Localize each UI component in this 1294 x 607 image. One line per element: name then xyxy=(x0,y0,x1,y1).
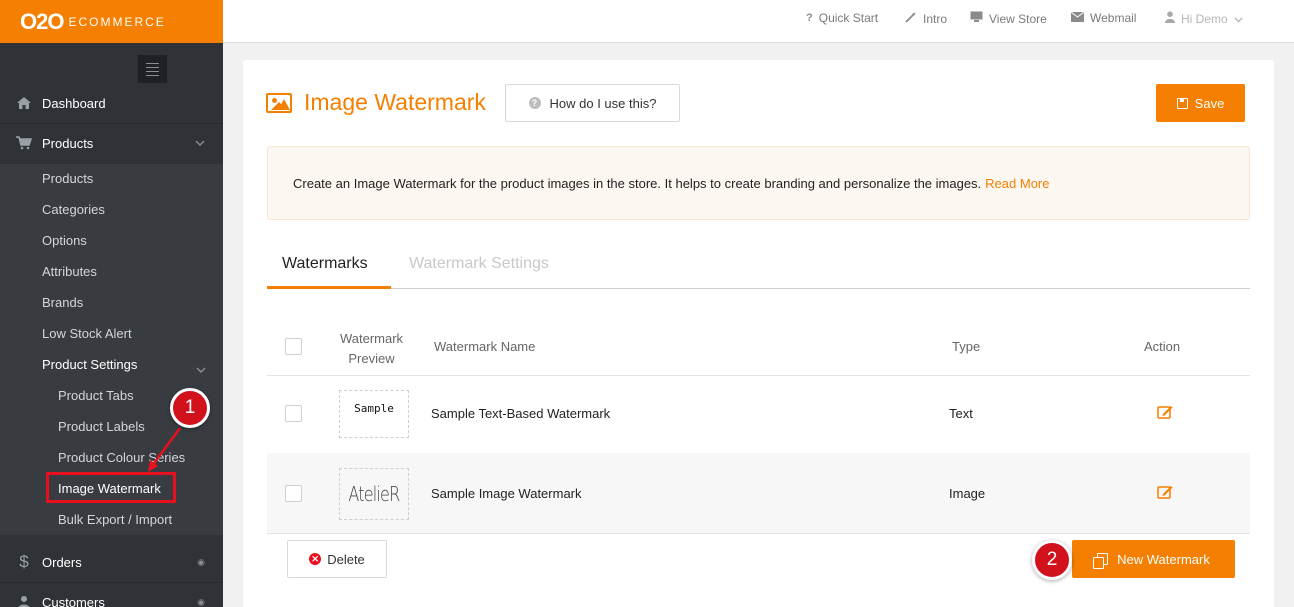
chevron-icon: ◉ xyxy=(197,556,205,567)
sidebar-item-label: Dashboard xyxy=(42,95,106,111)
column-header-preview: Watermark Preview xyxy=(338,329,405,369)
sidebar-item-products[interactable]: Products xyxy=(0,123,223,163)
sidebar-subitem-attributes[interactable]: Attributes xyxy=(42,264,97,279)
read-more-link[interactable]: Read More xyxy=(985,176,1049,191)
chevron-down-icon xyxy=(196,360,206,378)
delete-button[interactable]: ✕ Delete xyxy=(287,540,387,578)
user-icon xyxy=(15,595,33,607)
edit-icon[interactable] xyxy=(1157,405,1173,419)
info-text: Create an Image Watermark for the produc… xyxy=(293,175,982,191)
logo-sub-text: ECOMMERCE xyxy=(68,14,166,29)
topbar-label: Hi Demo xyxy=(1181,11,1228,26)
sidebar-item-label: Products xyxy=(42,135,94,151)
page-title-text: Image Watermark xyxy=(304,89,486,115)
callout-arrow-icon xyxy=(148,427,182,472)
watermark-type: Image xyxy=(949,486,986,501)
dollar-icon: $ xyxy=(19,552,29,571)
row-checkbox[interactable] xyxy=(285,485,302,502)
save-button[interactable]: Save xyxy=(1156,84,1245,122)
preview-text: Sample xyxy=(354,401,394,415)
sidebar-item-orders[interactable]: $ Orders ◉ xyxy=(0,542,223,582)
sidebar-subitem-product-tabs[interactable]: Product Tabs xyxy=(58,388,134,403)
menu-toggle-button[interactable] xyxy=(138,55,167,83)
new-watermark-button-label: New Watermark xyxy=(1117,551,1210,567)
column-header-action: Action xyxy=(1144,339,1181,354)
logo[interactable]: O2O ECOMMERCE xyxy=(0,0,223,43)
intro-link[interactable]: Intro xyxy=(905,11,947,26)
column-header-preview-line2: Preview xyxy=(348,351,395,366)
user-icon xyxy=(1165,11,1175,26)
sidebar-item-label: Orders xyxy=(42,554,82,570)
save-icon xyxy=(1176,97,1188,109)
image-icon xyxy=(266,92,292,113)
quick-start-link[interactable]: ? Quick Start xyxy=(806,11,878,25)
chevron-down-icon xyxy=(1234,12,1243,26)
sidebar-subitem-products[interactable]: Products xyxy=(42,171,93,186)
page-title: Image Watermark xyxy=(266,89,486,116)
delete-button-label: Delete xyxy=(327,551,365,567)
home-icon xyxy=(15,96,33,110)
question-icon: ? xyxy=(806,12,813,24)
sidebar-subitem-bulk-export-import[interactable]: Bulk Export / Import xyxy=(58,512,172,527)
table-row xyxy=(267,453,1250,533)
tab-watermark-settings[interactable]: Watermark Settings xyxy=(409,255,549,273)
topbar-label: Webmail xyxy=(1090,11,1137,25)
cart-icon xyxy=(15,136,33,150)
sidebar-subitem-categories[interactable]: Categories xyxy=(42,202,105,217)
sidebar: O2O ECOMMERCE Dashboard Products Product… xyxy=(0,0,223,607)
active-tab-indicator xyxy=(267,286,391,289)
chevron-icon: ◉ xyxy=(197,596,205,607)
chevron-down-icon xyxy=(195,137,205,149)
column-header-name: Watermark Name xyxy=(434,339,536,354)
watermark-preview: AtelieR xyxy=(339,468,409,520)
magic-wand-icon xyxy=(905,11,917,26)
info-box: Create an Image Watermark for the produc… xyxy=(267,146,1250,220)
topbar-label: Intro xyxy=(923,11,948,26)
new-watermark-button[interactable]: New Watermark xyxy=(1072,540,1235,578)
callout-badge-2: 2 xyxy=(1032,540,1072,580)
column-header-preview-line1: Watermark xyxy=(339,331,404,346)
select-all-checkbox[interactable] xyxy=(285,338,302,355)
view-store-link[interactable]: View Store xyxy=(970,11,1047,26)
column-header-type: Type xyxy=(952,339,981,354)
close-circle-icon: ✕ xyxy=(309,553,322,565)
topbar-label: View Store xyxy=(989,11,1047,26)
callout-badge-1: 1 xyxy=(170,388,210,428)
sidebar-item-customers[interactable]: Customers ◉ xyxy=(0,582,223,607)
user-menu[interactable]: Hi Demo xyxy=(1165,11,1243,26)
row-checkbox[interactable] xyxy=(285,405,302,422)
copy-icon xyxy=(1093,553,1109,569)
watermark-preview: Sample xyxy=(339,390,409,438)
sidebar-subitem-product-labels[interactable]: Product Labels xyxy=(58,419,145,434)
watermark-name: Sample Image Watermark xyxy=(431,486,582,501)
edit-icon[interactable] xyxy=(1157,485,1173,499)
sidebar-subitem-product-settings[interactable]: Product Settings xyxy=(42,357,137,372)
help-button[interactable]: ? How do I use this? xyxy=(505,84,680,122)
sidebar-subitem-low-stock-alert[interactable]: Low Stock Alert xyxy=(42,326,132,341)
watermark-type: Text xyxy=(949,406,973,421)
sidebar-subitem-options[interactable]: Options xyxy=(42,233,87,248)
tabs-divider xyxy=(267,288,1250,289)
webmail-link[interactable]: Webmail xyxy=(1070,11,1137,25)
save-button-label: Save xyxy=(1194,95,1225,111)
callout-highlight-box xyxy=(46,472,176,503)
help-button-label: How do I use this? xyxy=(549,95,657,111)
desktop-icon xyxy=(970,11,983,26)
sidebar-item-label: Customers xyxy=(42,594,105,607)
logo-main-text: O2O xyxy=(20,8,64,34)
question-circle-icon: ? xyxy=(528,97,541,109)
tab-watermarks[interactable]: Watermarks xyxy=(282,255,368,273)
sidebar-item-dashboard[interactable]: Dashboard xyxy=(0,83,223,123)
topbar-label: Quick Start xyxy=(818,11,879,25)
envelope-icon xyxy=(1070,11,1085,25)
sidebar-subitem-brands[interactable]: Brands xyxy=(42,295,83,310)
watermark-name: Sample Text-Based Watermark xyxy=(431,406,611,421)
preview-image: AtelieR xyxy=(348,482,400,506)
